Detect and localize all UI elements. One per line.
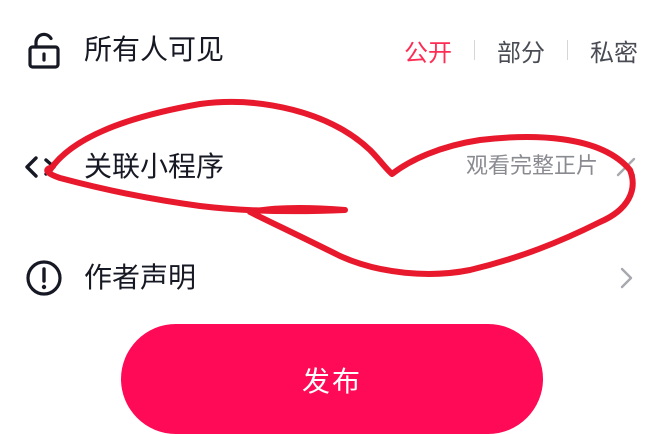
- mini-program-row[interactable]: 关联小程序 观看完整正片: [0, 147, 648, 187]
- mini-program-value: 观看完整正片: [465, 154, 598, 179]
- mini-program-icon: [24, 147, 64, 187]
- chevron-right-icon: [614, 258, 638, 298]
- author-statement-label: 作者声明: [84, 261, 197, 294]
- mini-program-label: 关联小程序: [84, 150, 225, 183]
- visibility-row: 所有人可见 公开 部分 私密: [0, 30, 648, 70]
- divider: [474, 40, 475, 60]
- visibility-label: 所有人可见: [84, 33, 225, 66]
- visibility-option-partial[interactable]: 部分: [497, 33, 545, 68]
- unlock-icon: [24, 30, 64, 70]
- visibility-option-private[interactable]: 私密: [590, 33, 638, 68]
- close-icon[interactable]: [614, 147, 638, 187]
- exclamation-circle-icon: [24, 258, 64, 298]
- visibility-option-public[interactable]: 公开: [404, 33, 452, 68]
- visibility-options: 公开 部分 私密: [404, 30, 638, 70]
- author-statement-row[interactable]: 作者声明: [0, 258, 648, 298]
- divider: [567, 40, 568, 60]
